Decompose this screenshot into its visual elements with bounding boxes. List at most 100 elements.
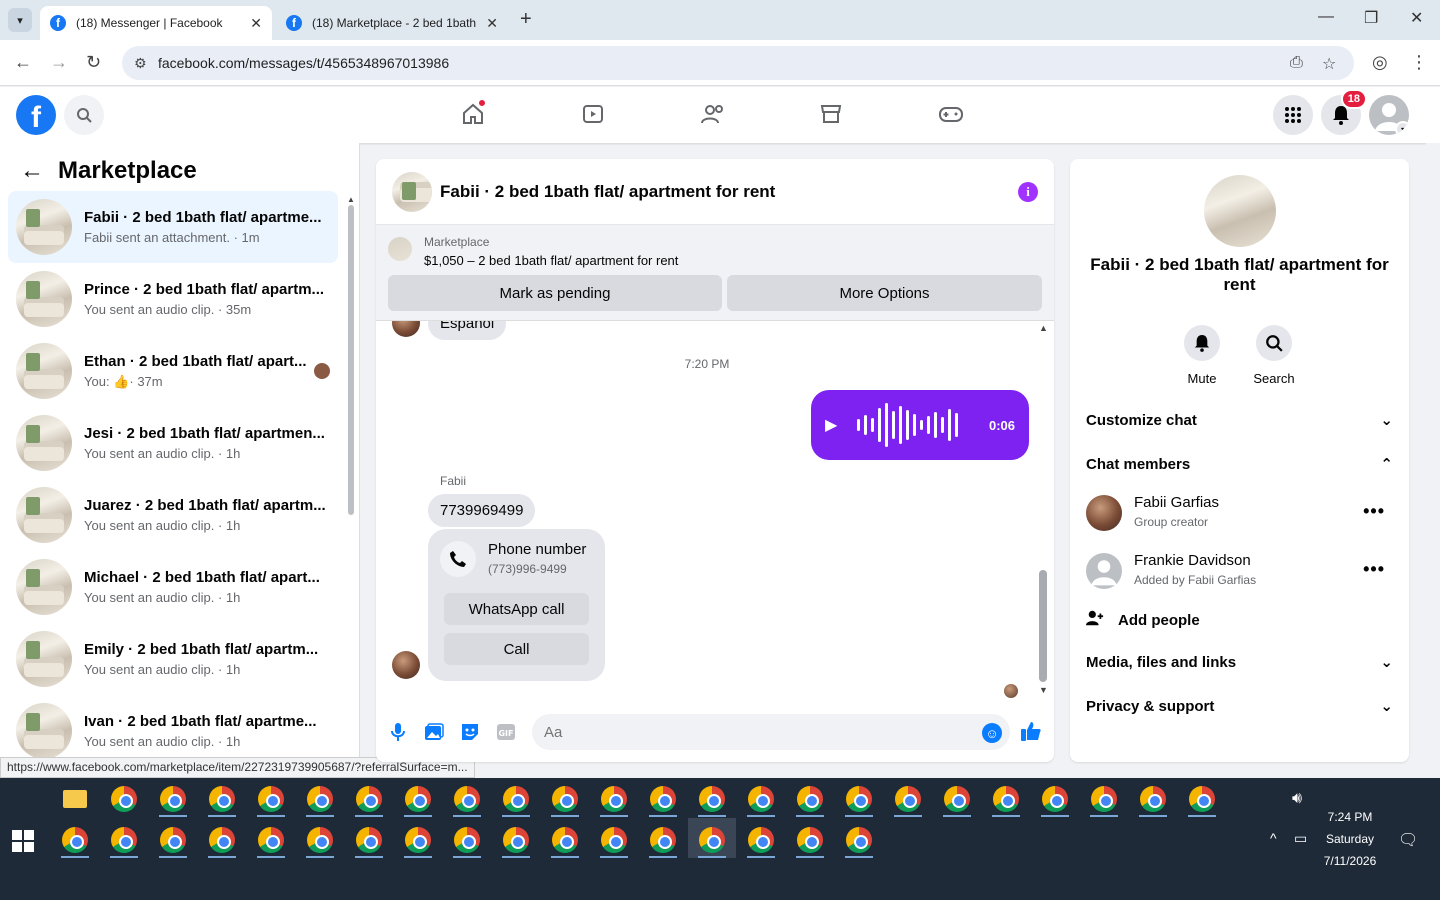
add-people-row[interactable]: Add people (1086, 609, 1393, 631)
mark-as-pending-button[interactable]: Mark as pending (388, 275, 722, 311)
privacy-support-row[interactable]: Privacy & support ⌄ (1086, 697, 1393, 716)
chrome-taskbar-icon[interactable] (449, 781, 485, 817)
chrome-taskbar-icon[interactable] (694, 822, 730, 858)
chrome-taskbar-icon[interactable] (400, 781, 436, 817)
chrome-taskbar-icon[interactable] (1184, 781, 1220, 817)
close-tab-icon[interactable]: ✕ (486, 15, 498, 32)
microphone-icon[interactable] (387, 721, 409, 743)
chrome-taskbar-icon[interactable] (253, 822, 289, 858)
chrome-taskbar-icon[interactable] (792, 822, 828, 858)
new-tab-button[interactable]: + (520, 8, 532, 31)
conversation-item[interactable]: Jesi · 2 bed 1bath flat/ apartmen... You … (8, 407, 338, 479)
chrome-taskbar-icon[interactable] (988, 781, 1024, 817)
search-icon[interactable] (1256, 325, 1292, 361)
photo-icon[interactable] (423, 721, 445, 743)
tab-marketplace[interactable]: f (18) Marketplace - 2 bed 1bath ✕ (276, 6, 508, 40)
chrome-taskbar-icon[interactable] (498, 781, 534, 817)
chrome-taskbar-icon[interactable] (155, 822, 191, 858)
message-input[interactable] (532, 714, 1010, 750)
chrome-taskbar-icon[interactable] (645, 822, 681, 858)
mute-action[interactable]: Mute (1172, 325, 1232, 386)
chrome-taskbar-icon[interactable] (204, 822, 240, 858)
chat-members-row[interactable]: Chat members ⌃ (1086, 455, 1393, 474)
conversation-item[interactable]: Juarez · 2 bed 1bath flat/ apartm... You … (8, 479, 338, 551)
chrome-taskbar-icon[interactable] (890, 781, 926, 817)
back-button[interactable]: ← (14, 52, 32, 73)
chrome-taskbar-icon[interactable] (57, 822, 93, 858)
search-icon[interactable] (64, 95, 104, 135)
page-scrollbar[interactable] (1426, 143, 1440, 778)
facebook-logo[interactable]: f (16, 95, 56, 135)
conversation-item[interactable]: Ethan · 2 bed 1bath flat/ apart... You: 👍… (8, 335, 338, 407)
browser-menu-icon[interactable]: ⋮ (1410, 52, 1428, 73)
gif-icon[interactable]: GIF (495, 721, 517, 743)
back-arrow-icon[interactable]: ← (20, 157, 44, 185)
info-icon[interactable]: i (1018, 181, 1038, 202)
file-explorer-icon[interactable] (57, 781, 93, 817)
chrome-taskbar-icon[interactable] (302, 822, 338, 858)
home-icon[interactable] (458, 99, 488, 129)
close-window-button[interactable]: ✕ (1410, 8, 1423, 28)
chrome-taskbar-icon[interactable] (1086, 781, 1122, 817)
customize-chat-row[interactable]: Customize chat ⌄ (1086, 411, 1393, 430)
volume-icon[interactable]: 🔊︎ (1292, 790, 1302, 808)
chat-avatar[interactable] (392, 171, 432, 212)
chrome-taskbar-icon[interactable] (792, 781, 828, 817)
chrome-taskbar-icon[interactable] (694, 781, 730, 817)
scroll-up-arrow[interactable]: ▲ (347, 195, 355, 204)
thumbs-up-icon[interactable] (1020, 720, 1042, 742)
notifications-bell-icon[interactable]: 18 (1321, 89, 1367, 135)
call-button[interactable]: Call (444, 633, 589, 665)
chrome-taskbar-icon[interactable] (351, 822, 387, 858)
install-app-icon[interactable]: ⎙ (1290, 54, 1303, 72)
profile-icon[interactable]: ◎ (1372, 52, 1388, 73)
clock-day[interactable]: Saturday (1318, 832, 1382, 846)
scrollbar-thumb[interactable] (348, 205, 354, 515)
whatsapp-call-button[interactable]: WhatsApp call (444, 593, 589, 625)
chrome-taskbar-icon[interactable] (596, 781, 632, 817)
chrome-taskbar-icon[interactable] (302, 781, 338, 817)
search-action[interactable]: Search (1244, 325, 1304, 386)
scroll-down-arrow[interactable]: ▼ (1039, 685, 1048, 695)
conversation-item[interactable]: Fabii · 2 bed 1bath flat/ apartme... Fabi… (8, 191, 338, 263)
chrome-taskbar-icon[interactable] (547, 822, 583, 858)
forward-button[interactable]: → (50, 52, 68, 73)
chrome-taskbar-icon[interactable] (841, 781, 877, 817)
gaming-icon[interactable] (936, 99, 966, 129)
chrome-taskbar-icon[interactable] (253, 781, 289, 817)
scroll-up-arrow[interactable]: ▲ (1039, 323, 1048, 333)
chat-title[interactable]: Fabii · 2 bed 1bath flat/ apartment for … (440, 182, 1018, 202)
reload-button[interactable]: ↻ (86, 52, 101, 73)
more-options-icon[interactable]: ••• (1363, 559, 1385, 580)
conversation-item[interactable]: Prince · 2 bed 1bath flat/ apartm... You … (8, 263, 338, 335)
close-tab-icon[interactable]: ✕ (250, 15, 262, 32)
friends-icon[interactable] (698, 99, 728, 129)
chrome-taskbar-icon[interactable] (400, 822, 436, 858)
account-avatar[interactable]: ▾ (1369, 95, 1409, 135)
chrome-taskbar-icon[interactable] (645, 781, 681, 817)
audio-message[interactable]: ▶ 0:06 (811, 390, 1029, 460)
bookmark-star-icon[interactable]: ☆ (1322, 54, 1336, 74)
tab-search-button[interactable]: ▾ (8, 8, 32, 32)
notification-center-icon[interactable]: 🗨︎ (1398, 830, 1418, 850)
conversation-item[interactable]: Michael · 2 bed 1bath flat/ apart... You … (8, 551, 338, 623)
url-bar[interactable]: ⚙ facebook.com/messages/t/45653489670139… (122, 46, 1354, 80)
chrome-taskbar-icon[interactable] (596, 822, 632, 858)
scrollbar-thumb[interactable] (1039, 570, 1047, 682)
listing-thumbnail[interactable] (1204, 175, 1276, 247)
chrome-taskbar-icon[interactable] (1135, 781, 1171, 817)
paint-app-icon[interactable] (106, 781, 142, 817)
media-files-row[interactable]: Media, files and links ⌄ (1086, 653, 1393, 672)
chrome-taskbar-icon[interactable] (939, 781, 975, 817)
clock-time[interactable]: 7:24 PM (1318, 810, 1382, 824)
emoji-icon[interactable]: ☺ (982, 723, 1002, 743)
maximize-button[interactable]: ❐ (1364, 8, 1378, 28)
bell-icon[interactable] (1184, 325, 1220, 361)
conversation-item[interactable]: Emily · 2 bed 1bath flat/ apartm... You s… (8, 623, 338, 695)
play-icon[interactable]: ▶ (825, 415, 847, 435)
marketplace-icon[interactable] (816, 99, 846, 129)
more-options-icon[interactable]: ••• (1363, 501, 1385, 522)
windows-start-icon[interactable] (12, 830, 34, 852)
chrome-taskbar-icon[interactable] (743, 822, 779, 858)
chrome-taskbar-icon[interactable] (743, 781, 779, 817)
